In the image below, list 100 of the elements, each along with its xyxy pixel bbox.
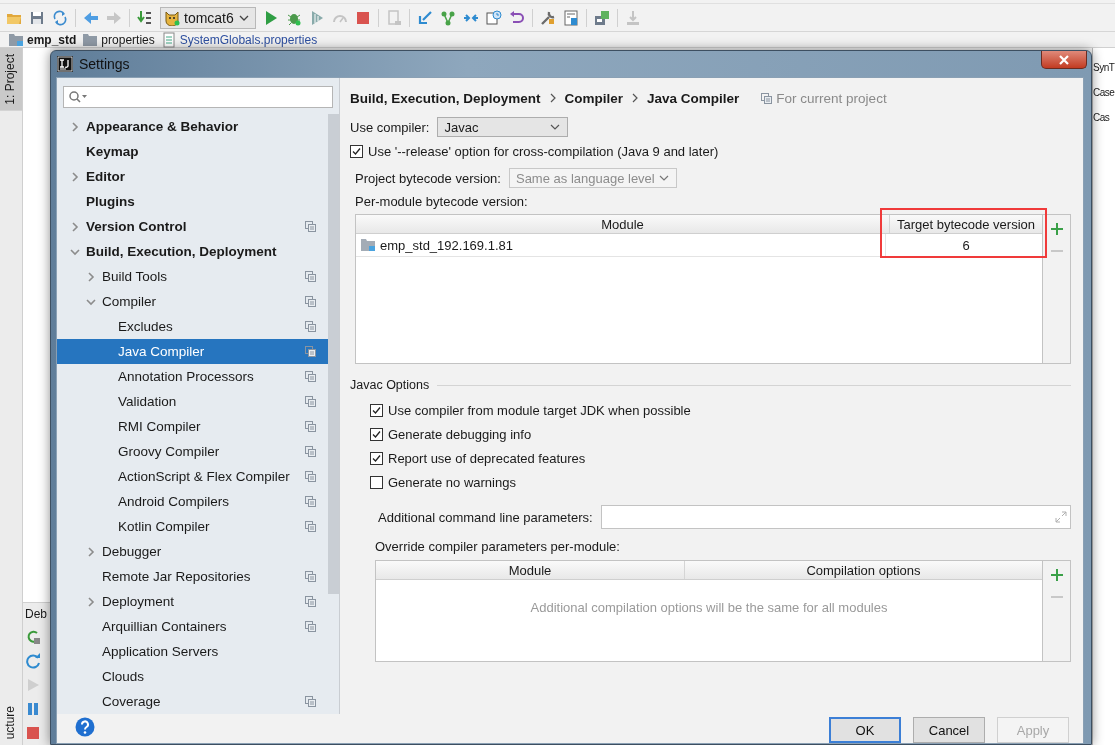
checkbox-label: Generate no warnings	[388, 475, 516, 490]
scrollbar-thumb[interactable]	[328, 114, 339, 594]
ok-button[interactable]: OK	[829, 717, 901, 743]
tree-item[interactable]: Remote Jar Repositories	[57, 564, 328, 589]
scope-label: For current project	[776, 90, 887, 106]
tree-item[interactable]: RMI Compiler	[57, 414, 328, 439]
add-icon[interactable]	[1050, 569, 1063, 581]
editor-text: SynT	[1093, 62, 1115, 73]
field-label: Project bytecode version:	[355, 170, 501, 186]
tree-item[interactable]: Build, Execution, Deployment	[57, 239, 328, 264]
close-button[interactable]	[1041, 51, 1087, 69]
cancel-button[interactable]: Cancel	[913, 717, 985, 743]
tree-item[interactable]: Version Control	[57, 214, 328, 239]
wrench-icon[interactable]	[539, 9, 556, 26]
checkbox-label: Use '--release' option for cross-compilation (Java 9 and later)	[368, 144, 719, 159]
tree-item[interactable]: Groovy Compiler	[57, 439, 328, 464]
nav-bar-item[interactable]: SystemGlobals.properties	[160, 31, 318, 48]
file-icon	[160, 31, 177, 48]
checkbox[interactable]	[370, 404, 383, 417]
expand-icon[interactable]	[1055, 511, 1067, 523]
tree-item[interactable]: Java Compiler	[57, 339, 328, 364]
build-icon[interactable]	[137, 9, 153, 26]
window-title: Settings	[79, 56, 131, 72]
tree-item[interactable]: Validation	[57, 389, 328, 414]
checkbox[interactable]	[370, 452, 383, 465]
group-title: Javac Options	[350, 378, 430, 392]
tree-item[interactable]: Build Tools	[57, 264, 328, 289]
nav-bar-item[interactable]: properties	[82, 31, 155, 48]
forward-arrow-icon[interactable]	[106, 9, 122, 26]
tree-item[interactable]: Excludes	[57, 314, 328, 339]
tree-item[interactable]: Application Servers	[57, 639, 328, 664]
nav-bar-item[interactable]: emp_std	[8, 31, 77, 48]
editor-text: Case	[1093, 87, 1115, 98]
column-header[interactable]: Compilation options	[685, 561, 1042, 579]
project-scope-icon	[761, 92, 773, 104]
refresh-icon[interactable]	[25, 653, 41, 669]
empty-message: Additional compilation options will be the same for all modules	[530, 600, 888, 615]
structure-icon[interactable]	[562, 9, 579, 26]
tool-window-tab[interactable]: 1: Project	[0, 48, 22, 111]
add-icon[interactable]	[1050, 223, 1063, 235]
search-icon	[68, 90, 88, 104]
table-cell: 6	[962, 237, 970, 253]
sync-icon[interactable]	[52, 9, 68, 26]
tree-item[interactable]: Debugger	[57, 539, 328, 564]
chevron-right-icon	[548, 93, 557, 103]
run-config-dropdown[interactable]: tomcat6	[160, 6, 256, 29]
compiler-dropdown[interactable]: Javac	[437, 117, 569, 137]
history-icon[interactable]	[485, 9, 502, 26]
column-header[interactable]: Module	[356, 215, 890, 233]
update-icon[interactable]	[416, 9, 433, 26]
table-cell: emp_std_192.169.1.81	[380, 237, 513, 253]
folder-icon	[82, 31, 99, 48]
field-label: Use compiler:	[350, 119, 430, 135]
tree-item[interactable]: Compiler	[57, 289, 328, 314]
search-field[interactable]	[63, 86, 333, 108]
tree-item[interactable]: Arquillian Containers	[57, 614, 328, 639]
tree-item[interactable]: Kotlin Compiler	[57, 514, 328, 539]
section-label: Override compiler parameters per-module:	[375, 539, 621, 554]
parameters-field[interactable]	[600, 505, 1071, 529]
tree-item[interactable]: Appearance & Behavior	[57, 114, 328, 139]
module-folder-icon	[8, 31, 24, 48]
pause-icon[interactable]	[25, 701, 41, 717]
checkbox[interactable]	[370, 428, 383, 441]
tree-item[interactable]: Coverage	[57, 689, 328, 714]
rerun-icon[interactable]	[25, 629, 41, 645]
download-icon[interactable]	[624, 9, 641, 26]
breadcrumb-item: Build, Execution, Deployment	[350, 90, 541, 106]
cat-icon	[164, 9, 180, 26]
breadcrumb-item: Java Compiler	[647, 90, 740, 106]
field-label: Additional command line parameters:	[378, 509, 593, 525]
section-label: Per-module bytecode version:	[355, 194, 529, 209]
tree-item[interactable]: Keymap	[57, 139, 328, 164]
checkbox[interactable]	[350, 145, 363, 158]
tool-window-title[interactable]: Deb	[25, 607, 47, 621]
branch-icon[interactable]	[439, 9, 456, 26]
checkbox-label: Generate debugging info	[388, 427, 532, 442]
stop-icon[interactable]	[354, 9, 371, 26]
device-icon[interactable]	[385, 9, 402, 26]
save-icon[interactable]	[29, 9, 45, 26]
close-icon	[1058, 54, 1070, 65]
tree-item[interactable]: Annotation Processors	[57, 364, 328, 389]
column-header[interactable]: Module	[376, 561, 685, 579]
revert-icon[interactable]	[508, 9, 525, 26]
module-folder-icon	[360, 238, 376, 252]
tree-item[interactable]: Editor	[57, 164, 328, 189]
tree-item[interactable]: Android Compilers	[57, 489, 328, 514]
chevron-right-icon	[631, 93, 640, 103]
back-arrow-icon[interactable]	[83, 9, 99, 26]
tree-item[interactable]: ActionScript & Flex Compiler	[57, 464, 328, 489]
checkbox[interactable]	[370, 476, 383, 489]
checkbox-label: Use compiler from module target JDK when possible	[388, 403, 691, 418]
tree-item[interactable]: Plugins	[57, 189, 328, 214]
app-logo-icon	[57, 56, 73, 72]
checkbox-label: Report use of deprecated features	[388, 451, 586, 466]
column-header[interactable]: Target bytecode version	[890, 215, 1042, 233]
tree-item[interactable]: Deployment	[57, 589, 328, 614]
tree-item[interactable]: Clouds	[57, 664, 328, 689]
tool-window-tab[interactable]: ucture	[0, 699, 22, 745]
stop-icon[interactable]	[25, 725, 41, 741]
help-icon[interactable]	[75, 717, 95, 737]
